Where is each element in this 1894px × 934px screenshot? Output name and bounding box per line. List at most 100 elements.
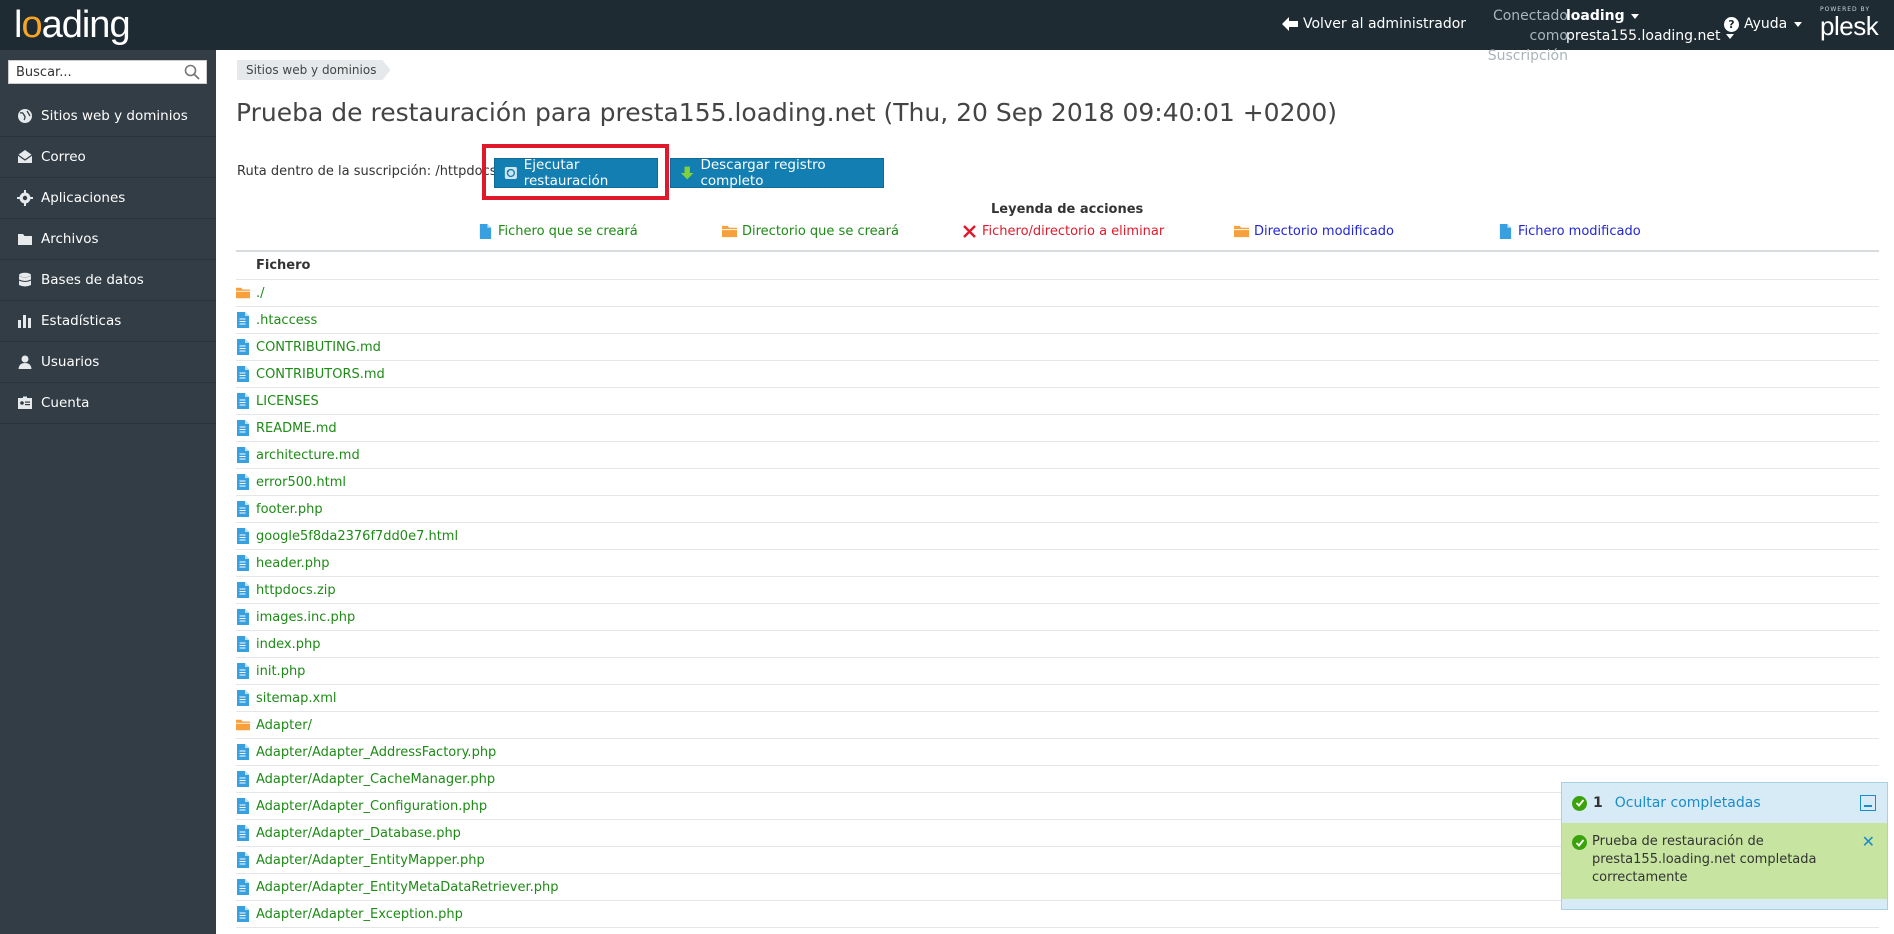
sidebar-item-databases[interactable]: Bases de datos: [0, 260, 216, 301]
sidebar-item-files[interactable]: Archivos: [0, 219, 216, 260]
file-name: Adapter/Adapter_EntityMapper.php: [256, 852, 485, 868]
page-title: Prueba de restauración para presta155.lo…: [236, 98, 1338, 127]
table-row[interactable]: footer.php: [236, 496, 1879, 523]
table-row[interactable]: .htaccess: [236, 307, 1879, 334]
file-icon-cell: [236, 685, 256, 712]
legend-file-created-label: Fichero que se creará: [498, 224, 638, 239]
file-name: sitemap.xml: [256, 690, 337, 706]
file-icon-cell: [236, 604, 256, 631]
logo[interactable]: loading: [14, 4, 131, 46]
sidebar-item-label: Aplicaciones: [41, 190, 126, 206]
file-name: architecture.md: [256, 447, 360, 463]
file-icon-cell: [236, 334, 256, 361]
search-input[interactable]: [9, 61, 184, 83]
connected-user-dropdown[interactable]: loading: [1566, 6, 1734, 26]
mail-icon: [17, 150, 33, 163]
globe-icon: [18, 109, 32, 123]
delete-x-icon: [963, 225, 976, 238]
bar-chart-icon: [18, 315, 31, 328]
legend-dir-modified: Directorio modificado: [1234, 224, 1394, 239]
legend-delete: Fichero/directorio a eliminar: [962, 224, 1164, 239]
hide-completed-link[interactable]: Ocultar completadas: [1615, 795, 1761, 811]
folder-icon-cell: [236, 280, 256, 307]
sidebar: Sitios web y dominios Correo Aplicacione…: [0, 50, 216, 934]
folder-icon: [236, 719, 250, 731]
table-row[interactable]: httpdocs.zip: [236, 577, 1879, 604]
folder-icon-cell: [236, 712, 256, 739]
download-arrow-icon: [680, 166, 694, 180]
file-icon-cell: [236, 307, 256, 334]
file-icon-cell: [236, 361, 256, 388]
file-name: Adapter/Adapter_Configuration.php: [256, 798, 488, 814]
file-icon: [237, 663, 249, 679]
sidebar-item-mail[interactable]: Correo: [0, 137, 216, 178]
file-icon-cell: [236, 793, 256, 820]
sidebar-item-websites[interactable]: Sitios web y dominios: [0, 96, 216, 137]
close-icon[interactable]: ✕: [1862, 833, 1875, 851]
sidebar-item-label: Archivos: [41, 231, 99, 247]
table-row[interactable]: google5f8da2376f7dd0e7.html: [236, 523, 1879, 550]
account-values: loading presta155.loading.net: [1566, 6, 1735, 46]
table-row[interactable]: README.md: [236, 415, 1879, 442]
help-menu[interactable]: ? Ayuda: [1724, 16, 1803, 32]
file-name: init.php: [256, 663, 306, 679]
sidebar-nav: Sitios web y dominios Correo Aplicacione…: [0, 96, 216, 424]
sidebar-item-users[interactable]: Usuarios: [0, 342, 216, 383]
file-icon-cell: [236, 820, 256, 847]
table-row[interactable]: ./: [236, 280, 1879, 307]
file-icon: [237, 636, 249, 652]
file-name: index.php: [256, 636, 321, 652]
file-icon-cell: [236, 766, 256, 793]
back-to-admin-link[interactable]: Volver al administrador: [1282, 16, 1466, 32]
sidebar-item-applications[interactable]: Aplicaciones: [0, 178, 216, 219]
file-name: Adapter/Adapter_AddressFactory.php: [256, 744, 497, 760]
file-name: LICENSES: [256, 393, 319, 409]
file-icon: [237, 690, 249, 706]
file-name: httpdocs.zip: [256, 582, 336, 598]
file-icon: [237, 852, 249, 868]
file-icon: [237, 528, 249, 544]
file-icon: [237, 393, 249, 409]
sidebar-item-account[interactable]: Cuenta: [0, 383, 216, 424]
highlight-annotation: [482, 144, 669, 200]
table-row[interactable]: images.inc.php: [236, 604, 1879, 631]
table-row[interactable]: CONTRIBUTING.md: [236, 334, 1879, 361]
table-row[interactable]: CONTRIBUTORS.md: [236, 361, 1879, 388]
file-icon-cell: [236, 388, 256, 415]
file-icon: [237, 366, 249, 382]
search-icon[interactable]: [184, 64, 200, 80]
sidebar-item-label: Estadísticas: [41, 313, 122, 329]
file-name: CONTRIBUTORS.md: [256, 366, 385, 382]
sidebar-item-statistics[interactable]: Estadísticas: [0, 301, 216, 342]
file-icon: [237, 879, 249, 895]
plesk-brand: plesk: [1820, 11, 1879, 41]
arrow-left-icon: [1282, 17, 1298, 31]
download-log-button[interactable]: Descargar registro completo: [670, 157, 884, 189]
legend-delete-label: Fichero/directorio a eliminar: [982, 224, 1165, 239]
file-icon-cell: [236, 874, 256, 901]
file-icon: [237, 609, 249, 625]
subscription-dropdown[interactable]: presta155.loading.net: [1566, 26, 1735, 46]
legend-dir-created-label: Directorio que se creará: [742, 224, 899, 239]
check-circle-icon: [1572, 795, 1587, 811]
table-row[interactable]: init.php: [236, 658, 1879, 685]
table-row[interactable]: architecture.md: [236, 442, 1879, 469]
table-row[interactable]: sitemap.xml: [236, 685, 1879, 712]
help-label: Ayuda: [1744, 16, 1788, 32]
gear-icon: [17, 190, 33, 206]
breadcrumb[interactable]: Sitios web y dominios: [237, 60, 390, 80]
table-row[interactable]: error500.html: [236, 469, 1879, 496]
caret-down-icon: [1726, 33, 1735, 39]
table-row[interactable]: index.php: [236, 631, 1879, 658]
minimize-icon[interactable]: [1860, 795, 1876, 811]
table-row[interactable]: LICENSES: [236, 388, 1879, 415]
table-row[interactable]: Adapter/: [236, 712, 1879, 739]
sidebar-item-label: Sitios web y dominios: [41, 108, 188, 124]
table-row[interactable]: header.php: [236, 550, 1879, 577]
file-name: error500.html: [256, 474, 347, 490]
file-icon-cell: [236, 658, 256, 685]
file-name: Adapter/Adapter_Exception.php: [256, 906, 463, 922]
back-to-admin-label: Volver al administrador: [1303, 16, 1467, 32]
file-icon: [237, 798, 249, 814]
table-row[interactable]: Adapter/Adapter_AddressFactory.php: [236, 739, 1879, 766]
